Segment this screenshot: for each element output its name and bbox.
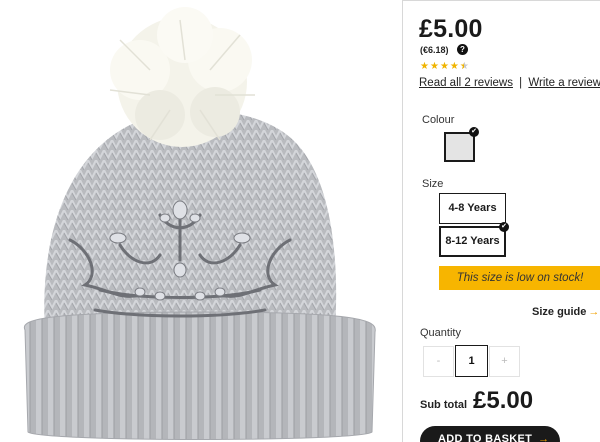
colour-label: Colour	[422, 114, 455, 126]
arrow-right-icon: →	[538, 433, 550, 442]
star-rating: ★ ★ ★ ★ ★	[420, 61, 469, 73]
reviews-separator: |	[519, 77, 523, 89]
product-price: £5.00	[419, 15, 483, 43]
hat-cuff	[23, 311, 376, 440]
quantity-increase-button[interactable]: +	[489, 346, 520, 377]
size-guide-link[interactable]: Size guide →	[532, 306, 599, 318]
size-label: Size	[422, 178, 444, 190]
size-guide-label: Size guide	[532, 306, 587, 318]
star-icon: ★	[449, 61, 459, 72]
product-image[interactable]	[0, 0, 400, 442]
size-option-4-8-years[interactable]: 4-8 Years	[439, 193, 506, 224]
hat-illustration	[23, 7, 376, 440]
quantity-decrease-button[interactable]: -	[423, 346, 454, 377]
write-review-link[interactable]: Write a review	[528, 77, 600, 89]
low-stock-banner: This size is low on stock!	[439, 266, 600, 290]
help-icon[interactable]: ?	[457, 44, 468, 55]
read-reviews-link[interactable]: Read all 2 reviews	[419, 77, 513, 89]
reviews-links: Read all 2 reviews | Write a review	[419, 77, 600, 89]
product-details-panel: £5.00 (€6.18) ? ★ ★ ★ ★ ★ Read all 2 rev…	[402, 0, 600, 442]
check-icon: ✔	[469, 127, 479, 137]
quantity-input[interactable]: 1	[455, 345, 488, 377]
price-eur: (€6.18)	[420, 45, 449, 55]
add-to-basket-label: ADD TO BASKET	[438, 433, 533, 442]
colour-swatch-grey[interactable]	[444, 132, 475, 162]
star-icon: ★	[429, 61, 439, 72]
subtotal-label: Sub total	[420, 399, 468, 411]
star-icon: ★	[420, 61, 429, 72]
check-icon: ✔	[499, 222, 509, 232]
size-option-8-12-years[interactable]: 8-12 Years	[439, 226, 506, 257]
quantity-label: Quantity	[420, 327, 461, 339]
arrow-right-icon: →	[588, 306, 600, 318]
subtotal-value: £5.00	[473, 387, 534, 414]
add-to-basket-button[interactable]: ADD TO BASKET →	[420, 426, 560, 442]
half-star-icon: ★	[460, 61, 469, 73]
star-icon: ★	[439, 61, 449, 72]
